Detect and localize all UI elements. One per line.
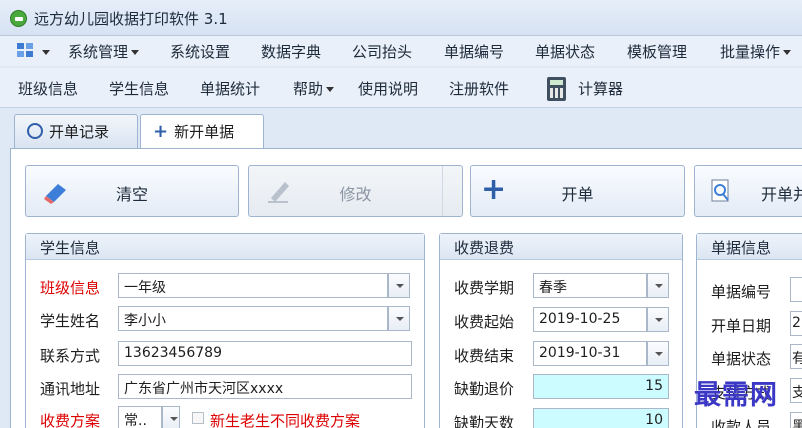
absent-days-input[interactable]: 10: [533, 408, 669, 428]
end-row: 收费结束 2019-10-31: [440, 341, 682, 367]
absent-label: 缺勤天数: [454, 414, 515, 428]
plan-checkbox[interactable]: [192, 412, 204, 424]
menu-doc-status[interactable]: 单据状态: [535, 41, 595, 62]
chevron-down-icon[interactable]: [162, 406, 180, 428]
student-name-select[interactable]: 李小小: [118, 306, 388, 331]
edit-button[interactable]: 修改: [248, 165, 463, 217]
menu-bar: 系统管理 系统设置 数据字典 公司抬头 单据编号 单据状态 模板管理 批量操作: [0, 36, 802, 66]
class-row: 班级信息 一年级: [26, 273, 424, 299]
chevron-down-icon[interactable]: [388, 273, 410, 298]
doc-status-label: 单据状态: [711, 350, 772, 368]
clear-button[interactable]: 清空: [25, 165, 239, 217]
menu-system-manage[interactable]: 系统管理: [68, 41, 140, 62]
calculator-icon[interactable]: [547, 77, 566, 101]
chevron-down-icon: [131, 50, 140, 55]
pay-method-select[interactable]: 支: [790, 378, 802, 403]
chevron-down-icon[interactable]: [647, 273, 669, 298]
address-input[interactable]: 广东省广州市天河区xxxx: [118, 374, 412, 399]
address-row: 通讯地址 广东省广州市天河区xxxx: [26, 374, 424, 400]
doc-no-row: 单据编号: [697, 277, 802, 303]
print-preview-icon: [711, 179, 729, 202]
doc-status-row: 单据状态 有: [697, 344, 802, 370]
menu-template-manage[interactable]: 模板管理: [627, 41, 687, 62]
start-date-picker[interactable]: 2019-10-25: [533, 307, 647, 332]
tab-new-doc[interactable]: + 新开单据: [140, 114, 264, 150]
payee-label: 收款人员: [711, 418, 772, 428]
group-title: 单据信息: [697, 234, 802, 260]
group-title: 学生信息: [26, 234, 424, 260]
chevron-down-icon[interactable]: [647, 341, 669, 366]
contact-label: 联系方式: [40, 347, 101, 365]
term-select[interactable]: 春季: [533, 273, 647, 298]
plan-checkbox-label: 新生老生不同收费方案: [210, 412, 361, 428]
end-date-picker[interactable]: 2019-10-31: [533, 341, 647, 366]
refund-price-input[interactable]: 15: [533, 374, 669, 399]
doc-no-label: 单据编号: [711, 283, 772, 301]
term-row: 收费学期 春季: [440, 273, 682, 299]
window-title: 远方幼儿园收据打印软件 3.1: [34, 10, 228, 28]
app-menu-icon[interactable]: [16, 42, 38, 60]
menu-help[interactable]: 帮助: [293, 78, 335, 99]
plan-row: 收费方案 常.. 新生老生不同收费方案: [26, 406, 424, 428]
menu-batch-ops[interactable]: 批量操作: [720, 41, 792, 62]
plan-select[interactable]: 常..: [118, 406, 162, 428]
title-bar: 远方幼儿园收据打印软件 3.1: [0, 0, 802, 36]
chevron-down-icon[interactable]: [388, 306, 410, 331]
chevron-down-icon: [783, 50, 792, 55]
refund-row: 缺勤退价 15: [440, 374, 682, 400]
name-row: 学生姓名 李小小: [26, 306, 424, 332]
menu-calculator[interactable]: 计算器: [578, 78, 623, 99]
doc-date-input[interactable]: 2: [790, 311, 802, 336]
group-title: 收费退费: [440, 234, 682, 260]
menu-doc-stats[interactable]: 单据统计: [200, 78, 260, 99]
app-menu-chevron-icon[interactable]: [42, 50, 50, 55]
chevron-down-icon[interactable]: [647, 307, 669, 332]
class-select[interactable]: 一年级: [118, 273, 388, 298]
menu-register[interactable]: 注册软件: [449, 78, 509, 99]
doc-status-select[interactable]: 有: [790, 344, 802, 369]
doc-no-input[interactable]: [790, 277, 802, 302]
contact-input[interactable]: 13623456789: [118, 341, 412, 366]
menu-student-info[interactable]: 学生信息: [109, 78, 169, 99]
plan-label: 收费方案: [40, 412, 101, 428]
app-logo-icon: [10, 10, 27, 27]
history-icon: [27, 123, 43, 139]
payee-row: 收款人员 黑: [697, 412, 802, 428]
term-label: 收费学期: [454, 279, 515, 297]
site-watermark: 最需网: [694, 380, 778, 411]
menu-system-settings[interactable]: 系统设置: [170, 41, 230, 62]
end-label: 收费结束: [454, 347, 515, 365]
doc-date-row: 开单日期 2: [697, 311, 802, 337]
menu-class-info[interactable]: 班级信息: [18, 78, 78, 99]
payee-select[interactable]: 黑: [790, 412, 802, 428]
student-info-group: 学生信息 班级信息 一年级 学生姓名 李小小 联系方式 13623456789 …: [25, 233, 425, 428]
open-doc-button[interactable]: + 开单: [470, 165, 685, 217]
menu-bar-2: 班级信息 学生信息 单据统计 帮助 使用说明 注册软件 计算器: [0, 68, 802, 108]
menu-company-header[interactable]: 公司抬头: [352, 41, 412, 62]
start-label: 收费起始: [454, 313, 515, 331]
name-label: 学生姓名: [40, 312, 101, 330]
start-row: 收费起始 2019-10-25: [440, 307, 682, 333]
menu-doc-number[interactable]: 单据编号: [444, 41, 504, 62]
refund-label: 缺勤退价: [454, 380, 515, 398]
edit-dropdown-chevron-icon[interactable]: [442, 166, 462, 216]
menu-instructions[interactable]: 使用说明: [358, 78, 418, 99]
fees-group: 收费退费 收费学期 春季 收费起始 2019-10-25 收费结束 2019-1…: [439, 233, 683, 428]
open-and-print-button[interactable]: 开单并: [694, 165, 802, 217]
plus-icon: +: [153, 121, 169, 142]
chevron-down-icon: [326, 87, 335, 92]
address-label: 通讯地址: [40, 380, 101, 398]
contact-row: 联系方式 13623456789: [26, 341, 424, 367]
menu-data-dictionary[interactable]: 数据字典: [261, 41, 321, 62]
class-label: 班级信息: [40, 279, 101, 297]
absent-row: 缺勤天数 10: [440, 408, 682, 428]
doc-date-label: 开单日期: [711, 317, 772, 335]
tab-records[interactable]: 开单记录: [14, 114, 138, 149]
